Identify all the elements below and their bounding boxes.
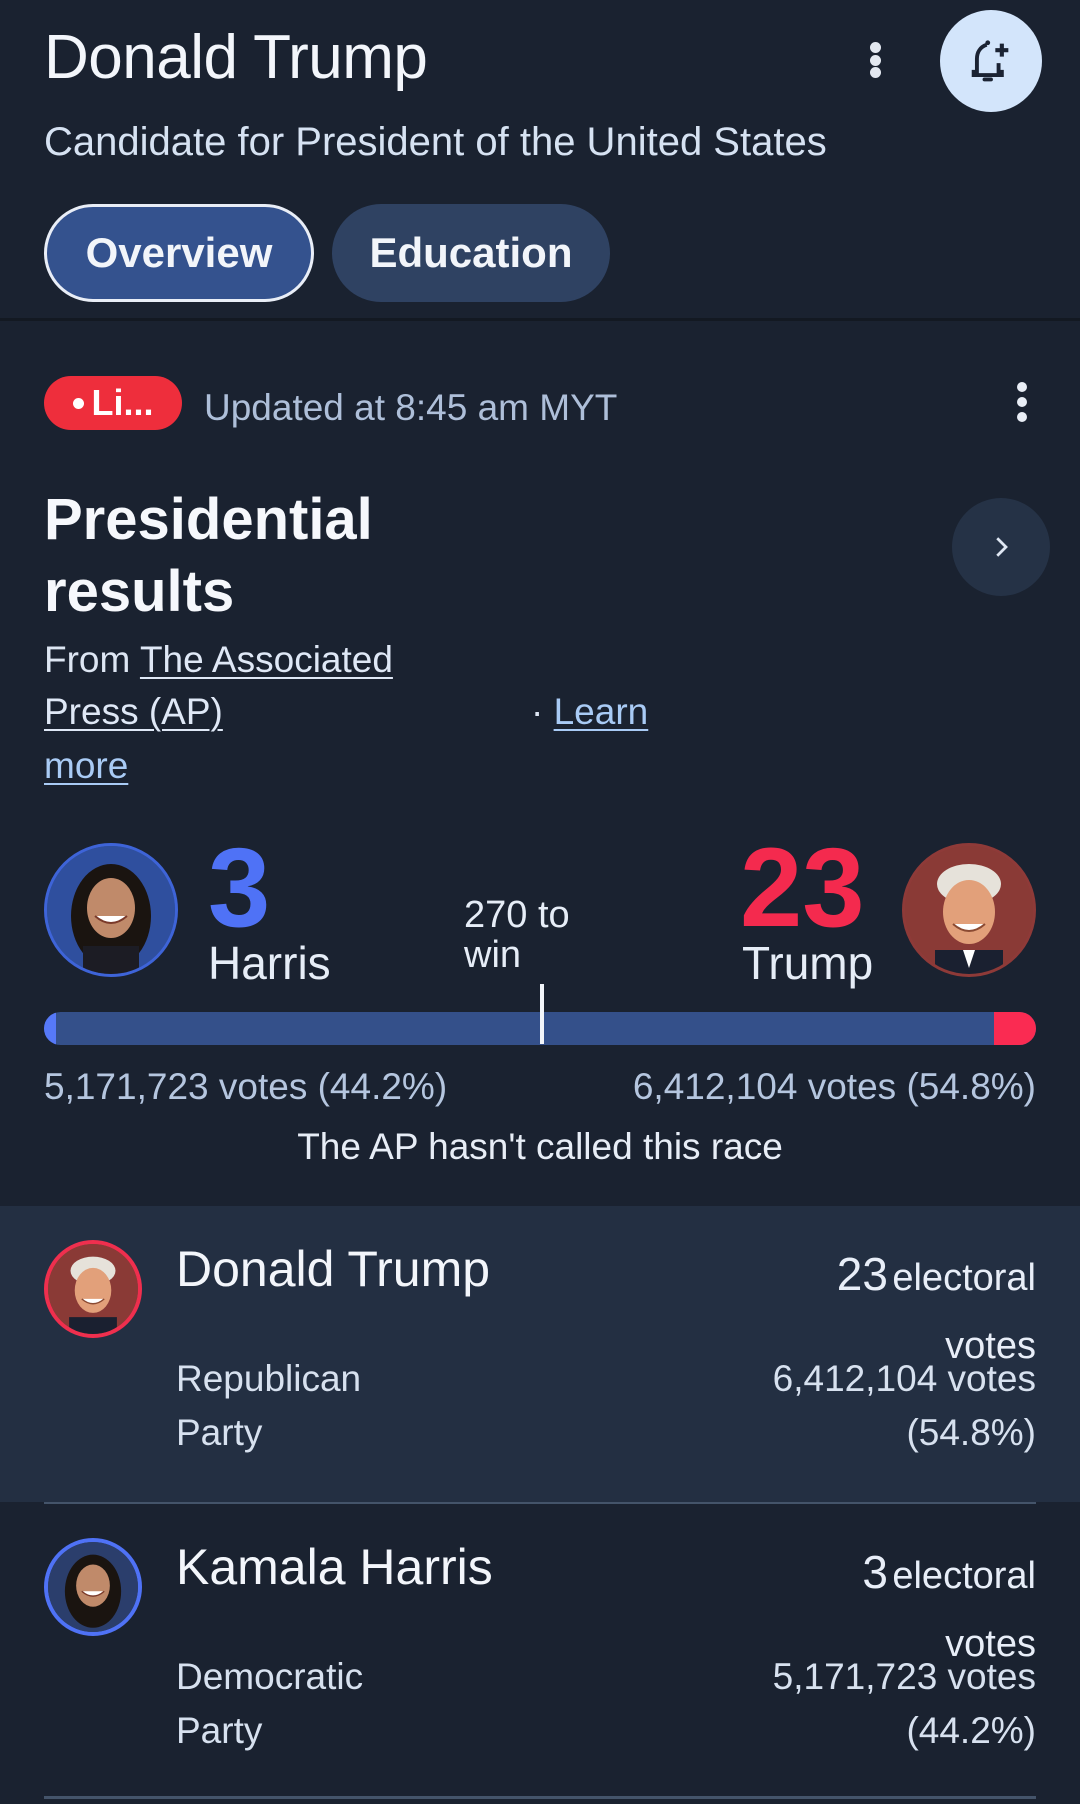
source-link[interactable]: The Associated	[140, 639, 393, 680]
electoral-number: 3	[862, 1546, 888, 1598]
learn-more-link[interactable]: Learn	[554, 691, 649, 732]
live-dot-icon	[72, 397, 84, 409]
learn-more-line-2: more	[44, 740, 128, 792]
votes-percent: (54.8%)	[906, 1412, 1036, 1453]
learn-more-line: · Learn	[531, 686, 648, 738]
source-line-2: Press (AP)	[44, 686, 223, 738]
live-badge-label: Li...	[91, 382, 154, 423]
party-line-2: Party	[176, 1710, 263, 1751]
party-line-1: Republican	[176, 1358, 362, 1399]
candidate-row-trump[interactable]: Donald Trump 23 electoral votes Republic…	[0, 1206, 1080, 1502]
candidate-party: Democratic Party	[176, 1650, 416, 1758]
votes-count: 6,412,104 votes	[772, 1358, 1036, 1399]
row-divider	[44, 1796, 1036, 1799]
next-button[interactable]	[952, 498, 1050, 596]
tab-education[interactable]: Education	[332, 204, 610, 302]
candidate-votes: 6,412,104 votes (54.8%)	[716, 1352, 1036, 1460]
page-title: Donald Trump	[44, 23, 428, 92]
harris-avatar	[44, 843, 178, 977]
harris-avatar-small	[44, 1538, 142, 1636]
trump-popular-votes: 6,412,104 votes (54.8%)	[632, 1066, 1036, 1107]
trump-portrait-icon	[48, 1244, 138, 1334]
header-divider	[0, 318, 1080, 321]
harris-electoral-count: 3	[208, 825, 271, 950]
source-line: From The Associated	[44, 634, 393, 686]
party-line-1: Democratic	[176, 1656, 364, 1697]
results-title: Presidential results	[44, 487, 373, 624]
source-link-cont[interactable]: Press (AP)	[44, 691, 223, 732]
candidate-name: Donald Trump	[176, 1241, 491, 1297]
updated-timestamp: Updated at 8:45 am MYT	[204, 387, 618, 428]
harris-portrait-icon	[47, 846, 175, 974]
trump-portrait-icon	[905, 846, 1033, 974]
trump-avatar	[902, 843, 1036, 977]
trump-avatar-small	[44, 1240, 142, 1338]
votes-count: 5,171,723 votes	[772, 1656, 1036, 1697]
bell-plus-icon	[971, 40, 1009, 82]
candidate-row-harris[interactable]: Kamala Harris 3 electoral votes Democrat…	[0, 1504, 1080, 1800]
electoral-label: electoral	[892, 1555, 1036, 1597]
source-prefix: From	[44, 639, 140, 680]
add-alert-button[interactable]	[940, 10, 1042, 112]
candidate-name: Kamala Harris	[176, 1539, 493, 1595]
trump-label: Trump	[742, 937, 874, 989]
harris-portrait-icon	[48, 1542, 138, 1632]
electoral-label: electoral	[892, 1257, 1036, 1299]
threshold-marker	[539, 984, 544, 1044]
harris-popular-votes: 5,171,723 votes (44.2%)	[44, 1066, 448, 1107]
trump-bar-fill	[993, 1012, 1036, 1045]
electoral-number: 23	[836, 1248, 888, 1300]
page-subtitle: Candidate for President of the United St…	[44, 120, 827, 164]
learn-separator: ·	[531, 691, 554, 732]
more-vert-icon[interactable]	[860, 40, 890, 80]
harris-label: Harris	[208, 937, 331, 989]
learn-more-link-cont[interactable]: more	[44, 745, 128, 786]
party-line-2: Party	[176, 1412, 263, 1453]
card-more-vert-icon[interactable]	[1014, 382, 1030, 422]
votes-percent: (44.2%)	[906, 1710, 1036, 1751]
candidate-party: Republican Party	[176, 1352, 416, 1460]
tab-overview[interactable]: Overview	[44, 204, 314, 302]
threshold-label: 270 to win	[464, 894, 570, 976]
race-status-note: The AP hasn't called this race	[297, 1126, 783, 1167]
candidate-votes: 5,171,723 votes (44.2%)	[716, 1650, 1036, 1758]
chevron-right-icon	[996, 537, 1008, 557]
harris-bar-fill	[44, 1012, 56, 1045]
live-badge: Li...	[44, 376, 182, 430]
trump-electoral-count: 23	[740, 825, 865, 950]
